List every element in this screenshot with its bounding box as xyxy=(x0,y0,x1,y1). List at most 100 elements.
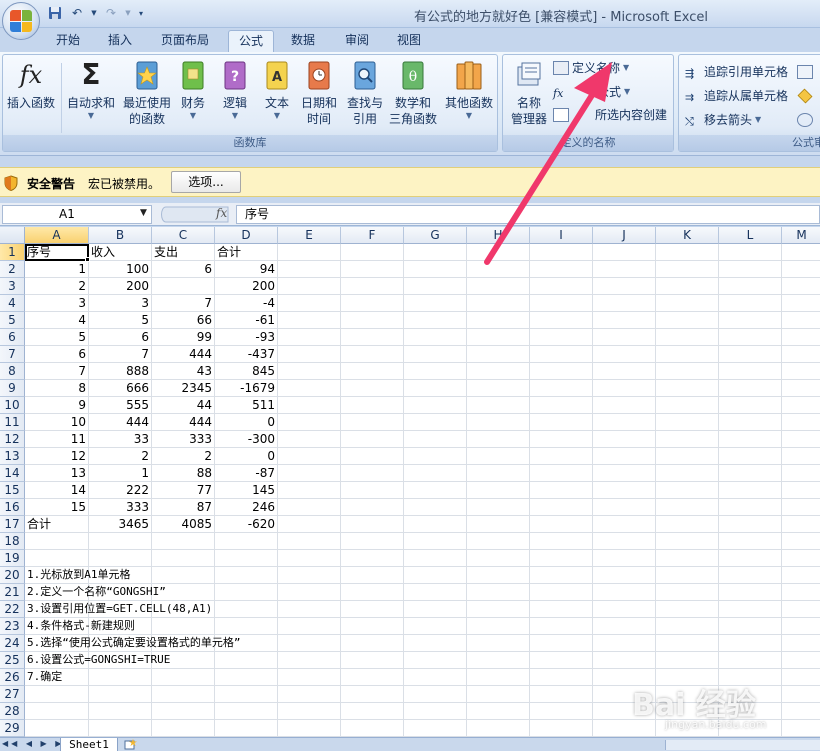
data-cell[interactable]: 845 xyxy=(215,363,277,379)
data-cell[interactable]: 100 xyxy=(89,261,151,277)
row-header-6[interactable]: 6 xyxy=(0,329,25,346)
data-cell[interactable]: 33 xyxy=(89,431,151,447)
row-header-11[interactable]: 11 xyxy=(0,414,25,431)
total-cell[interactable]: 4085 xyxy=(152,516,214,532)
trace-dependents-button[interactable]: ⇉ 追踪从属单元格 xyxy=(685,87,788,105)
column-header-f[interactable]: F xyxy=(341,227,404,244)
undo-icon[interactable]: ↶ xyxy=(68,4,86,22)
data-cell[interactable]: 1 xyxy=(89,465,151,481)
data-cell[interactable]: 87 xyxy=(152,499,214,515)
name-box-dropdown-icon[interactable]: ▼ xyxy=(140,208,147,218)
row-header-13[interactable]: 13 xyxy=(0,448,25,465)
row-header-9[interactable]: 9 xyxy=(0,380,25,397)
data-cell[interactable]: 1 xyxy=(25,261,88,277)
data-cell[interactable]: 7 xyxy=(152,295,214,311)
data-cell[interactable]: 5 xyxy=(25,329,88,345)
data-cell[interactable]: 444 xyxy=(89,414,151,430)
data-cell[interactable]: -1679 xyxy=(215,380,277,396)
data-cell[interactable]: 2 xyxy=(89,448,151,464)
data-cell[interactable]: -93 xyxy=(215,329,277,345)
column-header-i[interactable]: I xyxy=(530,227,593,244)
redo-icon[interactable]: ↷ xyxy=(102,4,120,22)
tab-insert[interactable]: 插入 xyxy=(96,30,144,52)
data-cell[interactable]: -437 xyxy=(215,346,277,362)
data-cell[interactable]: 94 xyxy=(215,261,277,277)
column-header-j[interactable]: J xyxy=(593,227,656,244)
column-header-e[interactable]: E xyxy=(278,227,341,244)
row-header-17[interactable]: 17 xyxy=(0,516,25,533)
row-header-28[interactable]: 28 xyxy=(0,703,25,720)
data-cell[interactable]: 7 xyxy=(25,363,88,379)
instruction-cell[interactable]: 3.设置引用位置=GET.CELL(48,A1) xyxy=(25,601,214,617)
data-cell[interactable]: 4 xyxy=(25,312,88,328)
data-cell[interactable]: 6 xyxy=(89,329,151,345)
worksheet-grid[interactable]: A B C D E F G H I J K L M 1 2 3 4 5 6 7 8 9 10 11 12 13 14 15 16 17 18… xyxy=(0,227,820,737)
instruction-cell[interactable]: 6.设置公式=GONGSHI=TRUE xyxy=(25,652,172,668)
fill-handle[interactable] xyxy=(85,257,90,262)
data-cell[interactable]: 99 xyxy=(152,329,214,345)
row-header-3[interactable]: 3 xyxy=(0,278,25,295)
data-cell[interactable]: 8 xyxy=(25,380,88,396)
insert-function-button[interactable]: fx 插入函数 xyxy=(3,59,59,111)
row-header-29[interactable]: 29 xyxy=(0,720,25,737)
data-cell[interactable]: 6 xyxy=(25,346,88,362)
undo-dropdown-icon[interactable]: ▼ xyxy=(90,4,98,22)
data-cell[interactable]: 12 xyxy=(25,448,88,464)
row-header-23[interactable]: 23 xyxy=(0,618,25,635)
total-cell[interactable]: -620 xyxy=(215,516,277,532)
office-button[interactable] xyxy=(2,2,40,40)
data-cell[interactable]: 511 xyxy=(215,397,277,413)
data-cell[interactable]: 444 xyxy=(152,414,214,430)
data-cell[interactable]: 555 xyxy=(89,397,151,413)
customize-qat-icon[interactable]: ▾ xyxy=(136,4,146,22)
tab-review[interactable]: 审阅 xyxy=(334,30,380,52)
row-header-1[interactable]: 1 xyxy=(0,244,25,261)
row-header-16[interactable]: 16 xyxy=(0,499,25,516)
data-cell[interactable]: 0 xyxy=(215,448,277,464)
row-header-27[interactable]: 27 xyxy=(0,686,25,703)
total-cell[interactable]: 合计 xyxy=(25,516,53,532)
data-cell[interactable]: 14 xyxy=(25,482,88,498)
column-header-h[interactable]: H xyxy=(467,227,530,244)
row-header-4[interactable]: 4 xyxy=(0,295,25,312)
tab-formulas[interactable]: 公式 xyxy=(228,30,274,52)
data-cell[interactable]: 3 xyxy=(89,295,151,311)
data-cell[interactable]: 200 xyxy=(215,278,277,294)
tab-page-layout[interactable]: 页面布局 xyxy=(152,30,218,52)
autosum-button[interactable]: Σ 自动求和 ▼ xyxy=(63,59,119,121)
data-cell[interactable]: 200 xyxy=(89,278,151,294)
data-cell[interactable]: 246 xyxy=(215,499,277,515)
row-header-22[interactable]: 22 xyxy=(0,601,25,618)
tab-home[interactable]: 开始 xyxy=(44,30,92,52)
row-header-7[interactable]: 7 xyxy=(0,346,25,363)
data-cell[interactable]: 6 xyxy=(152,261,214,277)
column-header-b[interactable]: B xyxy=(89,227,152,244)
math-trig-button[interactable]: θ 数学和 三角函数 xyxy=(385,59,441,127)
name-box[interactable]: A1 xyxy=(2,205,152,224)
create-from-selection-button[interactable]: 所选内容创建 xyxy=(553,106,667,124)
evaluate-formula-icon[interactable] xyxy=(797,111,813,129)
data-cell[interactable] xyxy=(152,278,214,294)
row-header-5[interactable]: 5 xyxy=(0,312,25,329)
data-cell[interactable]: -61 xyxy=(215,312,277,328)
row-header-18[interactable]: 18 xyxy=(0,533,25,550)
use-in-formula-button[interactable]: fx 公式 ▼ xyxy=(553,83,630,101)
data-cell[interactable]: -87 xyxy=(215,465,277,481)
data-cell[interactable]: 666 xyxy=(89,380,151,396)
row-header-25[interactable]: 25 xyxy=(0,652,25,669)
tab-data[interactable]: 数据 xyxy=(280,30,326,52)
data-cell[interactable]: -300 xyxy=(215,431,277,447)
row-header-10[interactable]: 10 xyxy=(0,397,25,414)
instruction-cell[interactable]: 2.定义一个名称“GONGSHI” xyxy=(25,584,168,600)
error-checking-icon[interactable] xyxy=(797,87,813,105)
row-header-14[interactable]: 14 xyxy=(0,465,25,482)
column-header-d[interactable]: D xyxy=(215,227,278,244)
data-cell[interactable]: 145 xyxy=(215,482,277,498)
data-cell[interactable]: 13 xyxy=(25,465,88,481)
instruction-cell[interactable]: 7.确定 xyxy=(25,669,64,685)
row-header-8[interactable]: 8 xyxy=(0,363,25,380)
data-cell[interactable]: 9 xyxy=(25,397,88,413)
column-header-m[interactable]: M xyxy=(782,227,820,244)
show-formulas-icon[interactable] xyxy=(797,63,813,81)
options-button[interactable]: 选项... xyxy=(171,171,241,193)
